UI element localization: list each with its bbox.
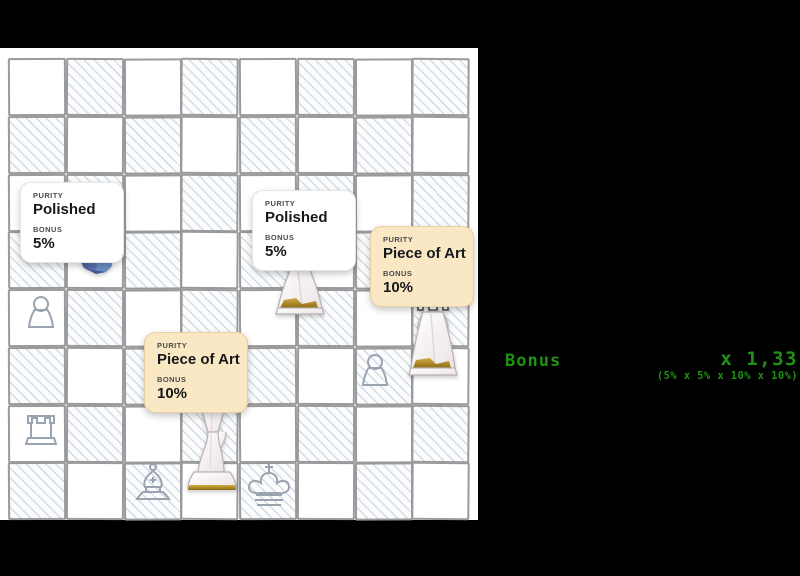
board-square[interactable] xyxy=(238,57,297,116)
board-square[interactable] xyxy=(123,173,182,232)
board-square[interactable] xyxy=(238,462,297,521)
purity-card-polished-knight[interactable]: PURITY Polished BONUS 5% xyxy=(20,182,124,263)
board-square[interactable] xyxy=(7,115,66,174)
purity-label: PURITY xyxy=(157,341,188,350)
bonus-value: 10% xyxy=(157,384,188,402)
board-square[interactable] xyxy=(238,115,297,174)
board-square[interactable] xyxy=(65,462,124,521)
board-square[interactable] xyxy=(354,404,413,463)
board-square[interactable] xyxy=(238,404,297,463)
board-square[interactable] xyxy=(354,347,413,406)
purity-value: Polished xyxy=(265,209,328,227)
bonus-multiplier-text: x 1,33 xyxy=(720,348,798,370)
bonus-label: BONUS xyxy=(157,374,187,384)
board-square[interactable] xyxy=(65,288,124,347)
board-square[interactable] xyxy=(354,462,413,521)
board-square[interactable] xyxy=(65,404,124,463)
board-square[interactable] xyxy=(123,58,182,117)
board-square[interactable] xyxy=(296,57,355,116)
bonus-label-text: Bonus xyxy=(505,351,562,371)
board-square[interactable] xyxy=(123,462,182,521)
board-square[interactable] xyxy=(65,115,124,174)
bonus-label: BONUS xyxy=(265,232,295,242)
board-square[interactable] xyxy=(180,57,239,116)
board-square[interactable] xyxy=(296,115,355,174)
bonus-value: 5% xyxy=(33,234,55,252)
board-square[interactable] xyxy=(7,462,66,521)
board-square[interactable] xyxy=(7,57,66,116)
purity-label: PURITY xyxy=(265,199,296,208)
board-square[interactable] xyxy=(65,57,124,116)
board-square[interactable] xyxy=(411,173,470,232)
bonus-readout: Bonus x 1,33 (5% x 5% x 10% x 10%) xyxy=(500,348,800,392)
board-square[interactable] xyxy=(180,173,239,232)
board-square[interactable] xyxy=(7,404,66,463)
board-square[interactable] xyxy=(296,462,355,521)
board-square[interactable] xyxy=(180,462,239,521)
board-square[interactable] xyxy=(123,404,182,463)
board-square[interactable] xyxy=(7,288,66,347)
board-square[interactable] xyxy=(354,58,413,117)
board-square[interactable] xyxy=(7,346,66,405)
board-square[interactable] xyxy=(238,288,297,347)
board-square[interactable] xyxy=(411,462,470,521)
board-square[interactable] xyxy=(123,231,182,290)
board-square[interactable] xyxy=(354,173,413,232)
board-square[interactable] xyxy=(411,57,470,116)
board-square[interactable] xyxy=(180,404,239,463)
board-square[interactable] xyxy=(411,404,470,463)
board-square[interactable] xyxy=(123,116,182,175)
board-square[interactable] xyxy=(296,288,355,347)
board-square[interactable] xyxy=(354,116,413,175)
purity-label: PURITY xyxy=(33,191,64,200)
purity-label: PURITY xyxy=(383,235,414,244)
purity-card-art-king[interactable]: PURITY Piece of Art BONUS 10% xyxy=(144,332,248,413)
board-square[interactable] xyxy=(180,231,239,290)
app-root: PURITY Polished BONUS 5% PURITY Polished… xyxy=(0,0,800,576)
board-square[interactable] xyxy=(411,115,470,174)
bonus-label: BONUS xyxy=(33,224,63,234)
board-square[interactable] xyxy=(296,404,355,463)
purity-card-polished-pawn[interactable]: PURITY Polished BONUS 5% xyxy=(252,190,356,271)
chess-board-panel: PURITY Polished BONUS 5% PURITY Polished… xyxy=(0,48,478,521)
bonus-value: 10% xyxy=(383,278,414,296)
bonus-value: 5% xyxy=(265,242,287,260)
bonus-detail-text: (5% x 5% x 10% x 10%) xyxy=(656,370,798,382)
purity-value: Polished xyxy=(33,201,96,219)
purity-card-art-rook[interactable]: PURITY Piece of Art BONUS 10% xyxy=(370,226,474,307)
bonus-label: BONUS xyxy=(383,268,413,278)
board-square[interactable] xyxy=(180,115,239,174)
board-square[interactable] xyxy=(296,346,355,405)
purity-value: Piece of Art xyxy=(157,351,240,369)
board-square[interactable] xyxy=(411,346,470,405)
purity-value: Piece of Art xyxy=(383,245,466,263)
board-square[interactable] xyxy=(65,346,124,405)
